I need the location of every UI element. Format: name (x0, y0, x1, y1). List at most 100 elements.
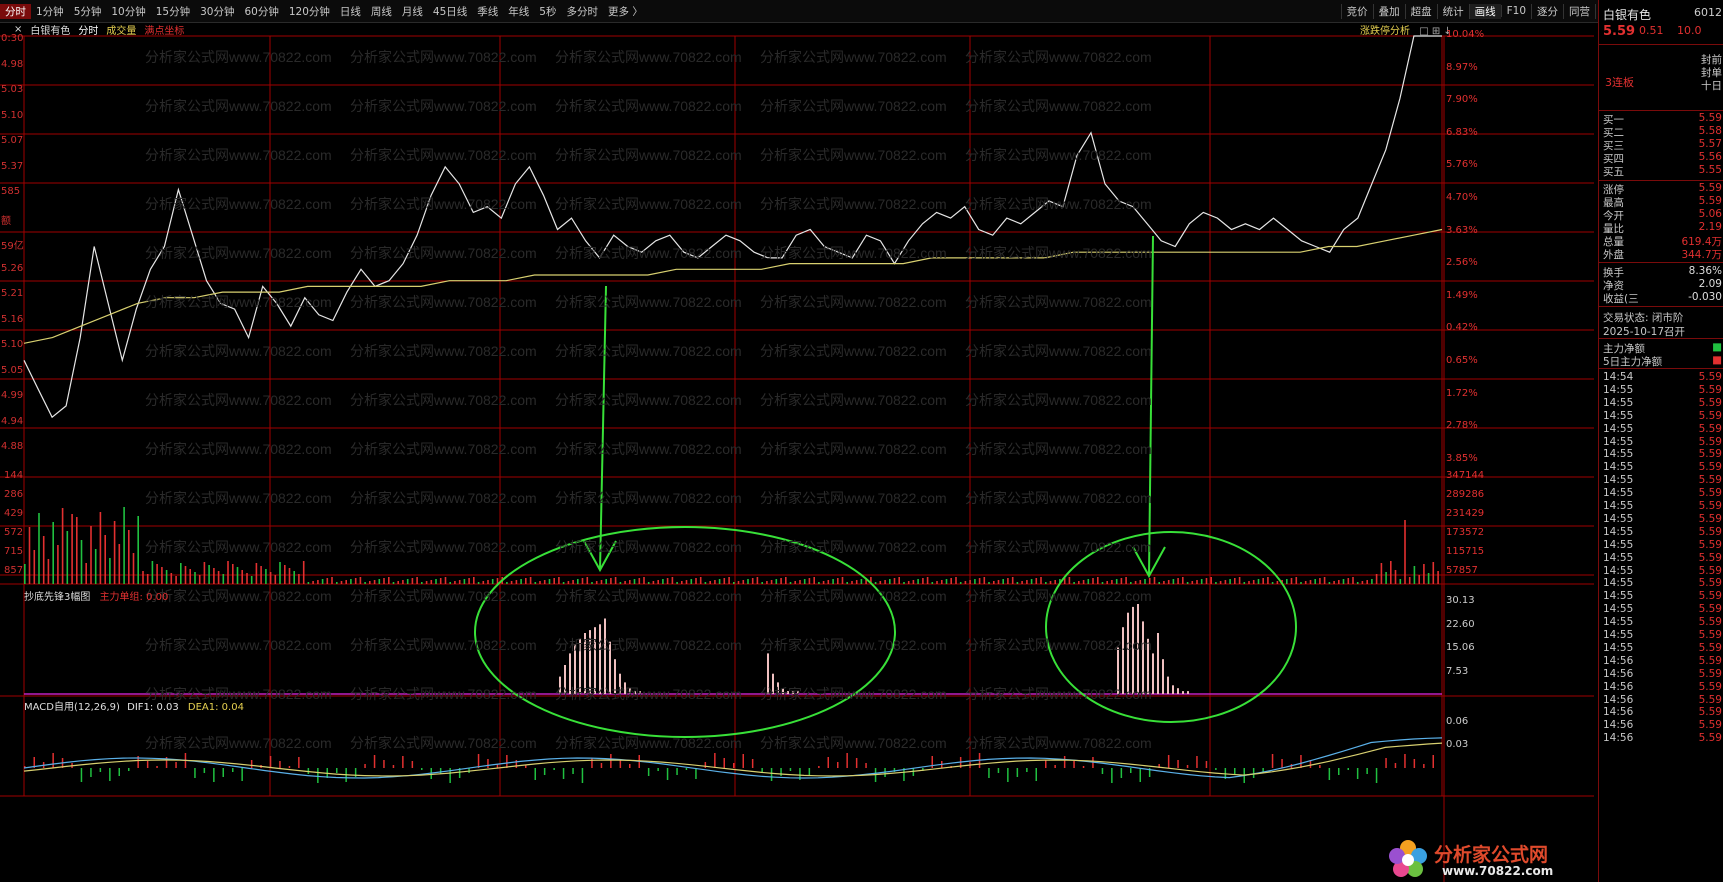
volume-bar (775, 579, 778, 584)
macd-bar (1385, 758, 1387, 768)
macd-bar (657, 768, 659, 771)
volume-bar (1371, 579, 1373, 584)
volume-bar (704, 582, 707, 584)
volume-bar (879, 581, 882, 584)
watermark-text: 分析家公式网www.70822.com (965, 196, 1152, 212)
watermark-text: 分析家公式网www.70822.com (760, 392, 947, 408)
axis-label: 额 (1, 215, 11, 227)
date-note: 2025-10-17召开 (1603, 326, 1686, 338)
macd-bar (751, 759, 754, 768)
macd-bar (1120, 768, 1123, 778)
tick-row: 14:56 5.59 (1599, 732, 1723, 745)
tick-price: 5.59 (1698, 577, 1722, 590)
volume-bar (1191, 581, 1194, 584)
indicator-bar (1127, 612, 1129, 694)
volume-bar (936, 581, 938, 584)
tick-price: 5.59 (1698, 629, 1722, 641)
volume-bar (1408, 577, 1411, 584)
site-logo: 分析家公式网 www.70822.com (1386, 838, 1596, 880)
macd-bar (1045, 760, 1047, 768)
macd-bar (818, 766, 820, 768)
volume-bar (274, 575, 277, 584)
indicator-bar (599, 624, 601, 694)
volume-bar (416, 577, 418, 584)
volume-bar (388, 577, 390, 584)
macd-bar (175, 762, 177, 768)
volume-bar (543, 580, 546, 584)
volume-bar (1002, 579, 1004, 584)
tick-time: 14:56 (1603, 706, 1634, 719)
volume-bar (1101, 582, 1104, 584)
axis-label: 0.03 (1446, 739, 1469, 750)
tick-time: 14:56 (1603, 732, 1634, 745)
tick-price: 5.59 (1698, 422, 1722, 435)
volume-bar (57, 545, 59, 584)
macd-bar (1082, 766, 1085, 768)
intraday-chart[interactable]: 分析家公式网www.70822.com 分析家公式网www.70822.com 分析… (0, 0, 1594, 882)
volume-bar (132, 553, 135, 584)
volume-bar (1295, 577, 1298, 584)
axis-label: 22.60 (1446, 618, 1475, 630)
volume-bar (917, 579, 919, 584)
axis-label: 4.98 (1, 58, 24, 70)
volume-bar (595, 581, 598, 584)
axis-label: 4.70% (1446, 192, 1478, 203)
volume-bar (298, 574, 300, 584)
volume-bar (113, 521, 116, 584)
macd-bar (421, 768, 423, 770)
watermark-text: 分析家公式网www.70822.com (350, 245, 537, 261)
volume-bar (577, 579, 579, 584)
axis-label: 429 (4, 508, 24, 519)
tick-price: 5.59 (1698, 371, 1722, 383)
volume-bar (1177, 578, 1179, 584)
tick-row: 14:56 5.59 (1599, 681, 1723, 694)
volume-bar (156, 564, 158, 584)
watermark-text: 分析家公式网www.70822.com (555, 98, 742, 114)
volume-bar (326, 578, 329, 584)
macd-bar (194, 768, 196, 778)
volume-bar (714, 580, 716, 584)
macd-bar (477, 754, 480, 768)
axis-label: 5.26 (1, 262, 24, 274)
volume-bar (1068, 577, 1071, 584)
watermark-text: 分析家公式网www.70822.com (760, 490, 947, 506)
watermark-text: 分析家公式网www.70822.com (965, 294, 1152, 310)
volume-bar (912, 580, 915, 584)
volume-bar (548, 579, 551, 584)
volume-bar (1186, 582, 1189, 584)
volume-bar (1134, 581, 1137, 584)
macd-bar (1186, 765, 1189, 768)
watermark-text: 分析家公式网www.70822.com (555, 686, 742, 702)
tick-time: 14:55 (1603, 448, 1634, 461)
volume-bar (633, 579, 636, 584)
tick-price: 5.59 (1698, 500, 1722, 512)
axis-label: 2.56% (1446, 257, 1478, 269)
volume-bar (993, 581, 995, 584)
watermark-text: 分析家公式网www.70822.com (965, 490, 1152, 506)
volume-bar (553, 578, 555, 584)
volume-bar (491, 579, 494, 584)
watermark-text: 分析家公式网www.70822.com (145, 245, 332, 261)
quote-row: 买二 5.58 (1599, 125, 1723, 139)
macd-bar (269, 756, 272, 768)
quote-value: 2.09 (1698, 278, 1722, 290)
macd-bar (1177, 760, 1179, 768)
tick-price: 5.59 (1698, 654, 1722, 667)
quote-row: 买五 5.55 (1599, 164, 1723, 178)
quote-code: 6012 (1694, 6, 1722, 19)
macd-bar (770, 768, 773, 781)
macd-bar (562, 768, 565, 779)
axis-label: 286 (4, 489, 24, 500)
volume-bar (1167, 580, 1170, 584)
volume-bar (1011, 577, 1014, 584)
indicator-bar (1142, 621, 1144, 694)
axis-label: 57857 (1446, 565, 1478, 576)
volume-bar (1328, 582, 1331, 584)
volume-bar (1182, 577, 1184, 584)
macd-bar (666, 768, 669, 780)
indicator-bar (1157, 633, 1159, 694)
volume-bar (1342, 579, 1345, 584)
volume-bar (369, 581, 371, 584)
macd-bar (1054, 765, 1056, 768)
tick-time: 14:55 (1603, 577, 1634, 590)
